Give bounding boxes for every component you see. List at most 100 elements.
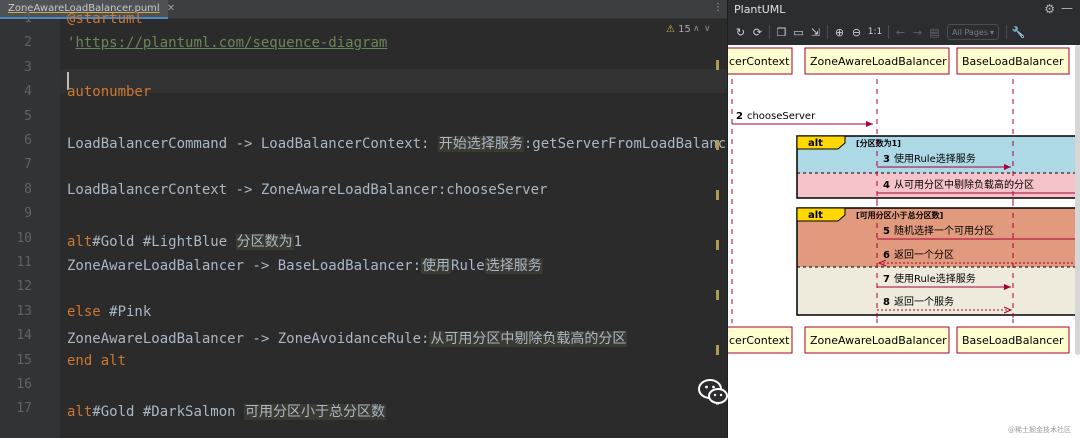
code-line: 'https://plantuml.com/sequence-diagram: [67, 35, 387, 51]
message-text: 使用Rule选择服务: [894, 152, 976, 165]
more-options-icon[interactable]: ⋮: [713, 2, 723, 13]
code-line: end alt: [67, 353, 126, 369]
keyword-token: else: [67, 303, 101, 320]
code-line: alt#Gold #LightBlue 分区数为1: [67, 231, 302, 251]
message-label: 3 使用Rule选择服务: [883, 152, 976, 165]
chinese-text-token: 开始选择服务: [437, 136, 524, 152]
toolbar-divider: [1006, 25, 1007, 39]
code-line: ZoneAwareLoadBalancer -> ZoneAvoidanceRu…: [67, 328, 628, 348]
minimize-icon[interactable]: —: [1061, 1, 1073, 15]
code-token: Rule: [451, 258, 485, 274]
line-number: 5: [24, 108, 32, 124]
page-icon[interactable]: ▤: [926, 22, 943, 42]
message-label: 8 返回一个服务: [883, 295, 954, 308]
code-line: else #Pink: [67, 304, 151, 320]
code-token: :getServerFromLoadBalancer: [523, 136, 727, 152]
message-text: 返回一个服务: [894, 295, 954, 308]
line-number: 1: [24, 11, 32, 26]
keyword-token: alt: [67, 404, 93, 421]
zoom-in-icon[interactable]: ⊕: [831, 22, 848, 42]
code-token: LoadBalancerCommand -> LoadBalancerConte…: [67, 136, 438, 152]
line-number-gutter: 1 2 3 4 5 6 7 8 9 10 11 12 13 14 15 16 17: [0, 11, 60, 438]
toolbar-divider: [827, 25, 828, 39]
keyword-token: @startuml: [67, 11, 143, 27]
warning-count: 15: [678, 24, 691, 35]
participant-label: ZoneAwareLoadBalancer: [810, 334, 947, 347]
message-label: 6 返回一个分区: [883, 249, 954, 261]
chinese-text-token: 从可用分区中剔除负载高的分区: [429, 331, 628, 348]
scroll-marker[interactable]: [716, 140, 719, 150]
line-number: 11: [16, 255, 32, 270]
chevron-down-icon[interactable]: ∨: [704, 24, 711, 34]
wrench-icon[interactable]: 🔧: [1010, 22, 1027, 42]
message-text: chooseServer: [747, 111, 816, 122]
diagram-scrollbar[interactable]: [1075, 45, 1080, 355]
panel-title: PlantUML: [734, 3, 786, 16]
refresh-icon[interactable]: ↻: [732, 22, 749, 42]
message-number: 3: [883, 154, 890, 165]
message-text: 使用Rule选择服务: [894, 272, 976, 285]
actual-size-button[interactable]: 1:1: [865, 27, 885, 37]
message-label: 7 使用Rule选择服务: [883, 272, 976, 285]
message-text: 随机选择一个可用分区: [894, 224, 994, 237]
chinese-text-token: 可用分区小于总分区数: [244, 404, 387, 421]
watermark-text: 公众号 · 服务端技术栈: [739, 382, 980, 408]
message-number: 7: [883, 274, 890, 285]
keyword-token: autonumber: [67, 84, 152, 101]
scroll-marker[interactable]: [716, 190, 719, 200]
arrow-left-icon[interactable]: ←: [892, 22, 909, 42]
gear-icon[interactable]: ⚙: [1044, 2, 1055, 16]
message-number: 2: [736, 111, 743, 122]
line-number: 6: [24, 133, 32, 148]
alt-keyword: alt: [808, 210, 823, 221]
export-icon[interactable]: ⇲: [807, 22, 824, 42]
message-label: 2 chooseServer: [736, 111, 816, 122]
arrow-right-icon[interactable]: →: [909, 22, 926, 42]
refresh-all-icon[interactable]: ⟳: [749, 22, 766, 42]
current-line-highlight: [60, 69, 727, 93]
code-line: LoadBalancerContext -> ZoneAwareLoadBala…: [67, 182, 547, 198]
message-number: 5: [883, 226, 890, 237]
code-editor[interactable]: ZoneAwareLoadBalancer.puml ✕ ⋮ 123456789…: [0, 0, 727, 438]
alt-guard: [分区数为1]: [856, 138, 901, 148]
panel-header: PlantUML ⚙ —: [728, 0, 1080, 19]
wechat-icon: [698, 379, 728, 404]
chinese-text-token: 选择服务: [484, 258, 543, 274]
save-icon[interactable]: ▭: [790, 22, 807, 42]
code-token: 1: [293, 233, 303, 250]
code-token: ZoneAwareLoadBalancer -> ZoneAvoidanceRu…: [67, 331, 430, 348]
line-number: 12: [16, 279, 32, 295]
message-number: 8: [883, 297, 890, 308]
line-number: 4: [24, 84, 32, 100]
scroll-marker[interactable]: [716, 60, 719, 70]
toolbar-divider: [888, 25, 889, 39]
plantuml-toolbar: ↻ ⟳ ❐ ▭ ⇲ ⊕ ⊖ 1:1 ← → ▤ All Pages ▾ 🔧: [728, 19, 1080, 45]
code-token: #Gold #LightBlue: [92, 233, 236, 250]
chinese-text-token: 分区数为: [235, 233, 294, 250]
message-number: 4: [883, 180, 890, 191]
pages-select[interactable]: All Pages ▾: [947, 24, 999, 40]
participant-label: ZoneAwareLoadBalancer: [810, 55, 947, 68]
message-label: 5 随机选择一个可用分区: [883, 224, 994, 237]
keyword-token: end alt: [67, 352, 127, 369]
participant-label: BaseLoadBalancer: [962, 334, 1064, 347]
close-icon[interactable]: ✕: [167, 3, 175, 14]
message-text: 返回一个分区: [894, 249, 954, 261]
wechat-watermark: 公众号 · 服务端技术栈: [697, 372, 980, 412]
zoom-out-icon[interactable]: ⊖: [848, 22, 865, 42]
pages-select-label: All Pages: [952, 27, 988, 37]
watermark-credit: @稀土掘金技术社区: [1008, 426, 1071, 434]
code-token: #Gold #DarkSalmon: [92, 404, 245, 421]
chevron-up-icon[interactable]: ∧: [693, 24, 700, 34]
line-number: 14: [16, 328, 32, 344]
line-number: 13: [16, 303, 32, 319]
line-number: 7: [24, 157, 32, 173]
copy-icon[interactable]: ❐: [773, 22, 790, 42]
scroll-marker[interactable]: [716, 240, 719, 250]
scroll-marker[interactable]: [716, 290, 719, 300]
code-token: https://plantuml.com/sequence-diagram: [75, 35, 388, 52]
line-number: 9: [24, 206, 32, 222]
chevron-down-icon: ▾: [989, 27, 994, 37]
scroll-marker[interactable]: [716, 345, 719, 355]
warning-indicator[interactable]: ⚠ 15: [666, 24, 691, 35]
